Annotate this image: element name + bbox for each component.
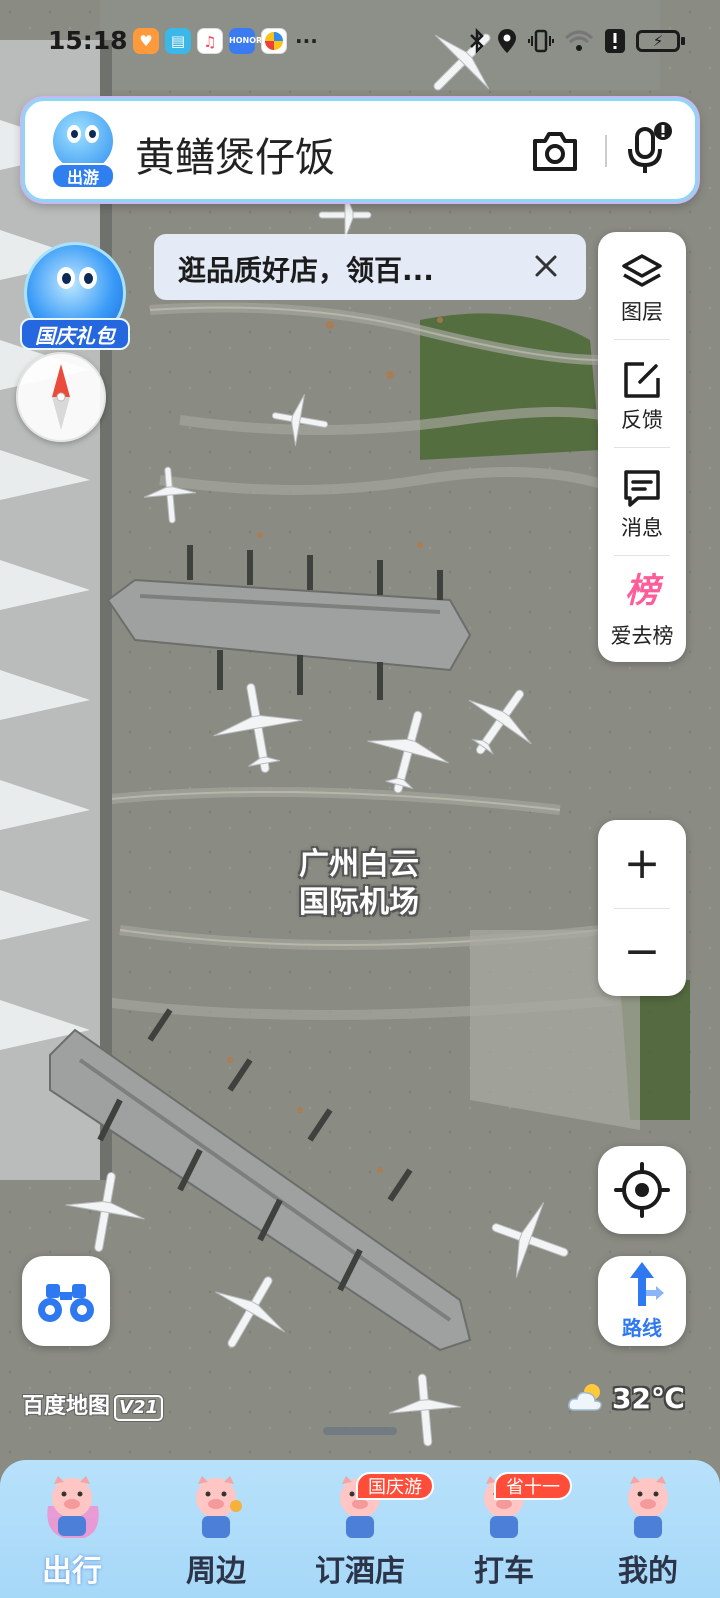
honor-app-icon: HONOR — [229, 28, 262, 54]
route-button[interactable]: 路线 — [598, 1256, 686, 1346]
promo-text: 逛品质好店，领百... — [178, 254, 434, 287]
partly-cloudy-icon — [568, 1384, 602, 1411]
weather-widget[interactable]: 32℃ — [566, 1380, 685, 1420]
compass-button[interactable] — [16, 352, 106, 442]
search-divider — [605, 135, 607, 167]
bluetooth-icon — [470, 28, 484, 54]
tool-feedback[interactable]: 反馈 — [598, 340, 686, 447]
tool-label: 消息 — [621, 516, 663, 540]
sheet-handle[interactable] — [323, 1427, 397, 1435]
battery-icon: ⚡ — [636, 30, 685, 52]
mascot-eye-icon — [85, 125, 99, 143]
heart-app-icon: ♥ — [133, 28, 159, 54]
more-notifications-icon: ··· — [295, 29, 318, 53]
system-icons: ⚡ — [468, 27, 685, 55]
mascot-eye-icon — [57, 267, 75, 289]
pig-mascot-icon — [47, 1476, 99, 1538]
zoom-in-button[interactable]: + — [598, 820, 686, 908]
nav-badge: 省十一 — [494, 1472, 572, 1500]
search-input[interactable]: 黄鳝煲仔饭 — [135, 125, 335, 183]
camera-icon — [533, 132, 577, 171]
promo-banner[interactable]: 逛品质好店，领百... — [154, 234, 586, 300]
location-icon — [498, 29, 516, 53]
nav-badge: 国庆游 — [356, 1472, 434, 1500]
nav-label: 打车 — [474, 1554, 534, 1589]
pig-mascot-icon — [628, 1476, 668, 1538]
wifi-icon — [564, 30, 594, 51]
nav-label: 出行 — [42, 1554, 102, 1589]
mascot-eye-icon — [67, 125, 81, 143]
mascot-eye-icon — [79, 267, 97, 289]
weather-temp: 32℃ — [612, 1382, 685, 1415]
mascot-face-icon — [53, 111, 113, 171]
promo-close-button[interactable] — [528, 248, 564, 284]
camera-button[interactable] — [529, 127, 581, 175]
explore-button[interactable] — [22, 1256, 110, 1346]
brand-name: 百度地图 — [22, 1394, 111, 1419]
tool-label: 反馈 — [621, 408, 663, 432]
close-icon — [535, 255, 557, 277]
vibrate-icon — [528, 29, 554, 53]
message-icon — [624, 470, 660, 507]
browser-app-icon — [261, 28, 287, 54]
nav-item-nearby[interactable]: 周边 — [144, 1460, 288, 1598]
poi-label-line: 国际机场 — [299, 885, 419, 920]
nav-label: 订酒店 — [315, 1554, 405, 1589]
nav-item-profile[interactable]: 我的 — [576, 1460, 720, 1598]
crosshair-icon — [614, 1162, 670, 1218]
logo-tag: 出游 — [51, 163, 115, 189]
bottom-nav: 出行 周边 国庆游 订酒店 省十一 打车 我的 — [0, 1460, 720, 1598]
feedback-icon — [624, 362, 660, 398]
search-bar[interactable]: 出游 黄鳝煲仔饭 — [22, 98, 698, 202]
ranking-icon: 榜 — [625, 571, 659, 611]
pig-mascot-icon — [196, 1476, 242, 1538]
route-label: 路线 — [622, 1316, 662, 1340]
map-brand: 百度地图 V21 — [22, 1388, 163, 1421]
status-bar: 15:18 ♥ ▤ ♫ HONOR ··· ⚡ — [0, 24, 720, 64]
tool-layers[interactable]: 图层 — [598, 232, 686, 339]
music-app-icon: ♫ — [197, 28, 223, 54]
tool-ranking[interactable]: 榜 爱去榜 — [598, 556, 686, 663]
gift-label: 国庆礼包 — [20, 318, 130, 350]
baidu-mascot-logo[interactable]: 出游 — [51, 111, 115, 191]
alert-icon — [605, 29, 625, 53]
nav-item-hotel[interactable]: 国庆游 订酒店 — [288, 1460, 434, 1598]
national-day-gift-button[interactable]: 国庆礼包 — [20, 242, 130, 354]
map-tools-panel: 图层 反馈 消息 榜 爱去榜 — [598, 232, 686, 662]
tool-messages[interactable]: 消息 — [598, 448, 686, 555]
microphone-icon — [628, 122, 672, 173]
nav-label: 我的 — [618, 1554, 678, 1589]
notification-app-icons: ♥ ▤ ♫ HONOR ··· — [133, 28, 318, 54]
tool-label: 爱去榜 — [610, 624, 674, 648]
nav-item-travel[interactable]: 出行 — [0, 1460, 144, 1598]
brand-version: V21 — [114, 1395, 163, 1421]
poi-label-line: 广州白云 — [299, 847, 419, 882]
zoom-controls: + − — [598, 820, 686, 996]
route-arrow-icon — [630, 1262, 664, 1306]
compass-icon — [52, 364, 70, 430]
tool-label: 图层 — [621, 300, 663, 324]
nav-label: 周边 — [186, 1554, 246, 1589]
layers-icon — [622, 254, 662, 287]
voice-search-button[interactable] — [621, 119, 681, 179]
zoom-out-button[interactable]: − — [598, 908, 686, 996]
binoculars-icon — [38, 1284, 94, 1322]
poi-label-airport[interactable]: 广州白云 国际机场 — [286, 846, 432, 922]
book-app-icon: ▤ — [165, 28, 191, 54]
locate-me-button[interactable] — [598, 1146, 686, 1234]
status-time: 15:18 — [48, 26, 128, 55]
nav-item-taxi[interactable]: 省十一 打车 — [432, 1460, 576, 1598]
